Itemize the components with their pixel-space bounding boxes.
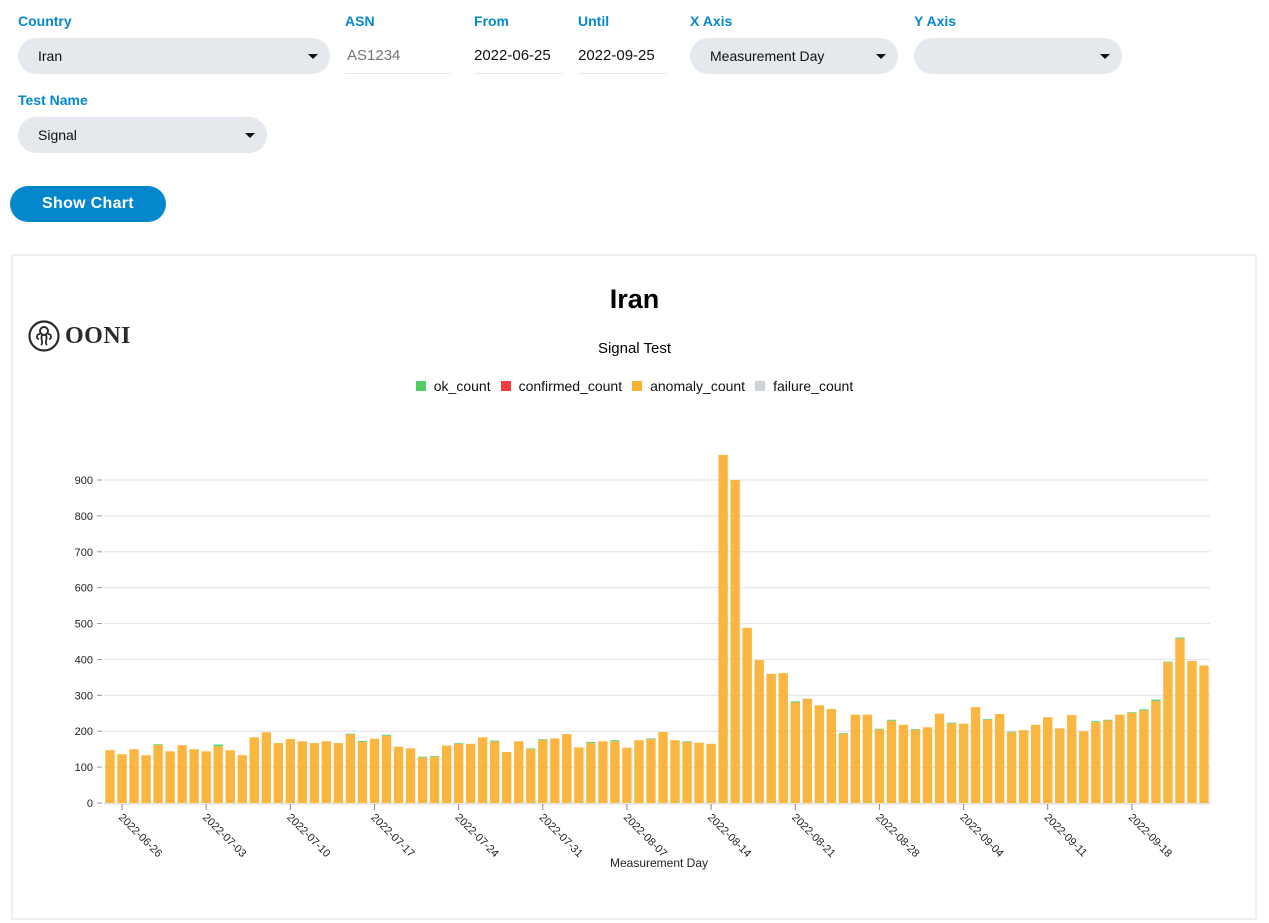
chevron-down-icon (308, 54, 318, 59)
chevron-down-icon (245, 133, 255, 138)
legend-label: ok_count (433, 378, 491, 394)
chevron-down-icon (876, 54, 886, 59)
from-label: From (474, 13, 509, 29)
show-chart-button[interactable]: Show Chart (10, 186, 166, 222)
y-axis-select[interactable] (914, 38, 1122, 74)
country-value: Iran (38, 48, 63, 64)
chevron-down-icon (1100, 54, 1110, 59)
y-axis-label: Y Axis (914, 13, 957, 29)
x-axis-label: X Axis (690, 13, 733, 29)
legend-item-failure-count[interactable]: failure_count (755, 378, 853, 394)
x-axis-value: Measurement Day (710, 48, 825, 64)
from-date-input[interactable]: 2022-06-25 (474, 38, 562, 74)
x-axis-select[interactable]: Measurement Day (690, 38, 898, 74)
until-label: Until (578, 13, 610, 29)
test-name-select[interactable]: Signal (18, 117, 267, 153)
chart-title: Iran (609, 284, 660, 314)
legend-item-ok-count[interactable]: ok_count (415, 378, 491, 394)
until-date-input[interactable]: 2022-09-25 (578, 38, 666, 74)
country-select[interactable]: Iran (18, 38, 330, 74)
country-label: Country (18, 13, 72, 29)
legend-item-anomaly-count[interactable]: anomaly_count (632, 378, 745, 394)
legend-label: confirmed_count (518, 378, 623, 394)
test-name-value: Signal (38, 127, 77, 143)
legend-swatch (415, 381, 426, 391)
chart-subtitle: Signal Test (597, 340, 672, 357)
asn-label: ASN (345, 13, 375, 29)
legend-swatch (632, 381, 643, 391)
legend-swatch (500, 381, 511, 391)
legend-item-confirmed-count[interactable]: confirmed_count (500, 378, 623, 394)
legend-swatch (755, 381, 766, 391)
legend-label: failure_count (773, 378, 854, 394)
legend-label: anomaly_count (650, 378, 746, 394)
asn-input[interactable] (345, 38, 451, 74)
test-name-label: Test Name (18, 92, 88, 108)
chart-legend: ok_count confirmed_count anomaly_count fail… (0, 378, 1269, 394)
